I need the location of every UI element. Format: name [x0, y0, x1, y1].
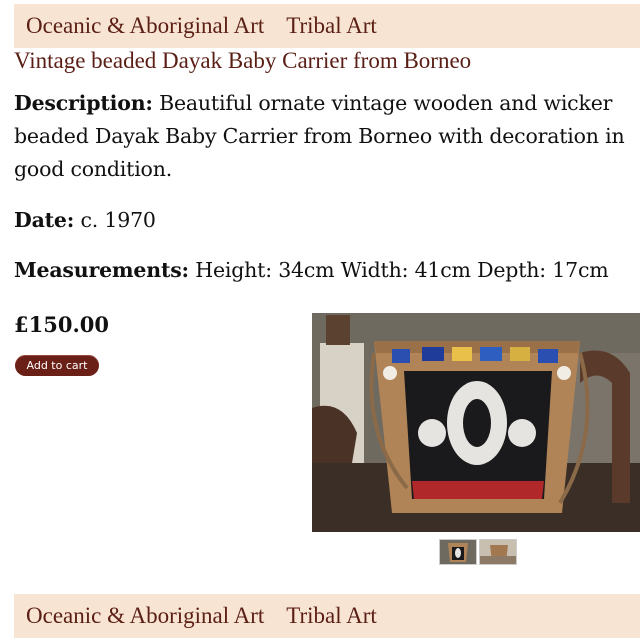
description-label: Description:	[14, 91, 153, 115]
product-price: £150.00	[14, 312, 109, 337]
date-label: Date:	[14, 208, 75, 232]
product-measurements: Measurements: Height: 34cm Width: 41cm D…	[14, 258, 609, 282]
footer-link-tribal-art[interactable]: Tribal Art	[286, 603, 377, 629]
product-title: Vintage beaded Dayak Baby Carrier from B…	[14, 48, 472, 73]
thumbnail-image-icon	[480, 540, 516, 564]
measurements-value: Height: 34cm Width: 41cm Depth: 17cm	[195, 258, 609, 282]
product-description: Description: Beautiful ornate vintage wo…	[14, 87, 630, 186]
nav-link-oceanic-aboriginal-art[interactable]: Oceanic & Aboriginal Art	[26, 13, 264, 39]
date-value: c. 1970	[80, 208, 156, 232]
nav-link-tribal-art[interactable]: Tribal Art	[286, 13, 377, 39]
thumbnail-image-icon	[440, 540, 476, 564]
bottom-nav-bar: Oceanic & Aboriginal Art Tribal Art	[14, 594, 640, 638]
add-to-cart-button[interactable]: Add to cart	[15, 355, 99, 376]
top-nav-bar: Oceanic & Aboriginal Art Tribal Art	[14, 4, 640, 48]
image-thumbnails	[439, 539, 517, 565]
thumbnail-2[interactable]	[479, 539, 517, 565]
footer-link-oceanic-aboriginal-art[interactable]: Oceanic & Aboriginal Art	[26, 603, 264, 629]
product-main-image[interactable]	[312, 313, 640, 532]
measurements-label: Measurements:	[14, 258, 189, 282]
product-date: Date: c. 1970	[14, 208, 156, 232]
thumbnail-1[interactable]	[439, 539, 477, 565]
baby-carrier-illustration	[312, 313, 640, 532]
